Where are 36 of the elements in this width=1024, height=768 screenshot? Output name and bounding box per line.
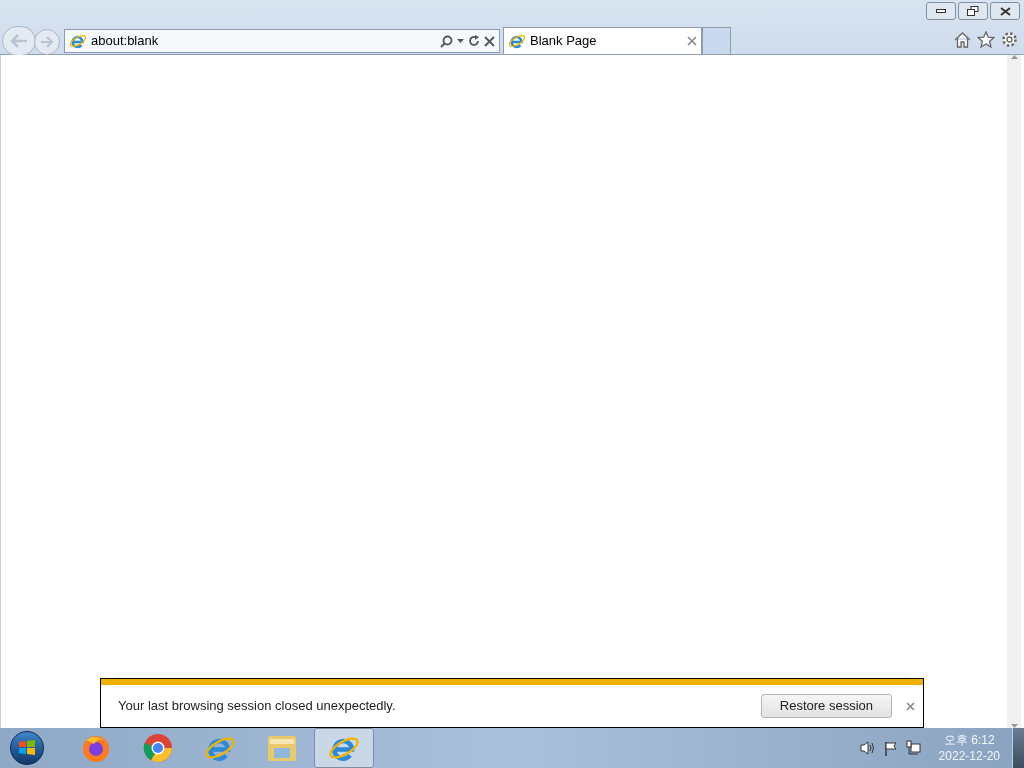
network-icon[interactable] [905,740,921,756]
close-icon[interactable] [906,701,915,711]
tab-title: Blank Page [530,32,598,51]
address-field[interactable]: about:blank [64,29,500,53]
settings-icon[interactable] [1001,31,1018,48]
clock-date: 2022-12-20 [938,748,1000,764]
speaker-icon[interactable] [859,741,876,755]
ie-logo-icon [508,32,526,50]
notification-message: Your last browsing session closed unexpectedly. [118,697,397,716]
home-icon[interactable] [954,31,971,48]
close-tab-icon[interactable] [687,36,697,46]
restore-session-button[interactable]: Restore session [760,694,892,718]
refresh-icon[interactable] [468,35,480,47]
url-text: about:blank [91,32,160,51]
windows-logo-icon [18,740,36,756]
minimize-icon [936,9,946,13]
folder-icon [266,733,298,763]
flag-icon[interactable] [883,740,898,756]
show-desktop-button[interactable] [1012,728,1024,768]
clock-time: 오후 6:12 [943,732,995,748]
restore-icon [967,6,979,16]
ie-logo-icon [69,32,87,50]
close-icon [999,6,1011,16]
dropdown-caret-icon[interactable] [457,39,464,43]
start-button[interactable] [10,731,44,765]
restore-button[interactable] [958,2,988,20]
forward-arrow-icon [40,36,54,48]
close-button[interactable] [990,2,1020,20]
search-icon[interactable] [440,34,453,48]
taskbar-app-button[interactable] [314,728,374,768]
chrome-ball-icon [142,732,174,764]
browser-tab[interactable]: Blank Page [503,27,702,54]
star-icon[interactable] [977,31,995,48]
stop-icon[interactable] [484,35,495,47]
minimize-button[interactable] [926,2,956,20]
back-arrow-icon [10,34,28,48]
